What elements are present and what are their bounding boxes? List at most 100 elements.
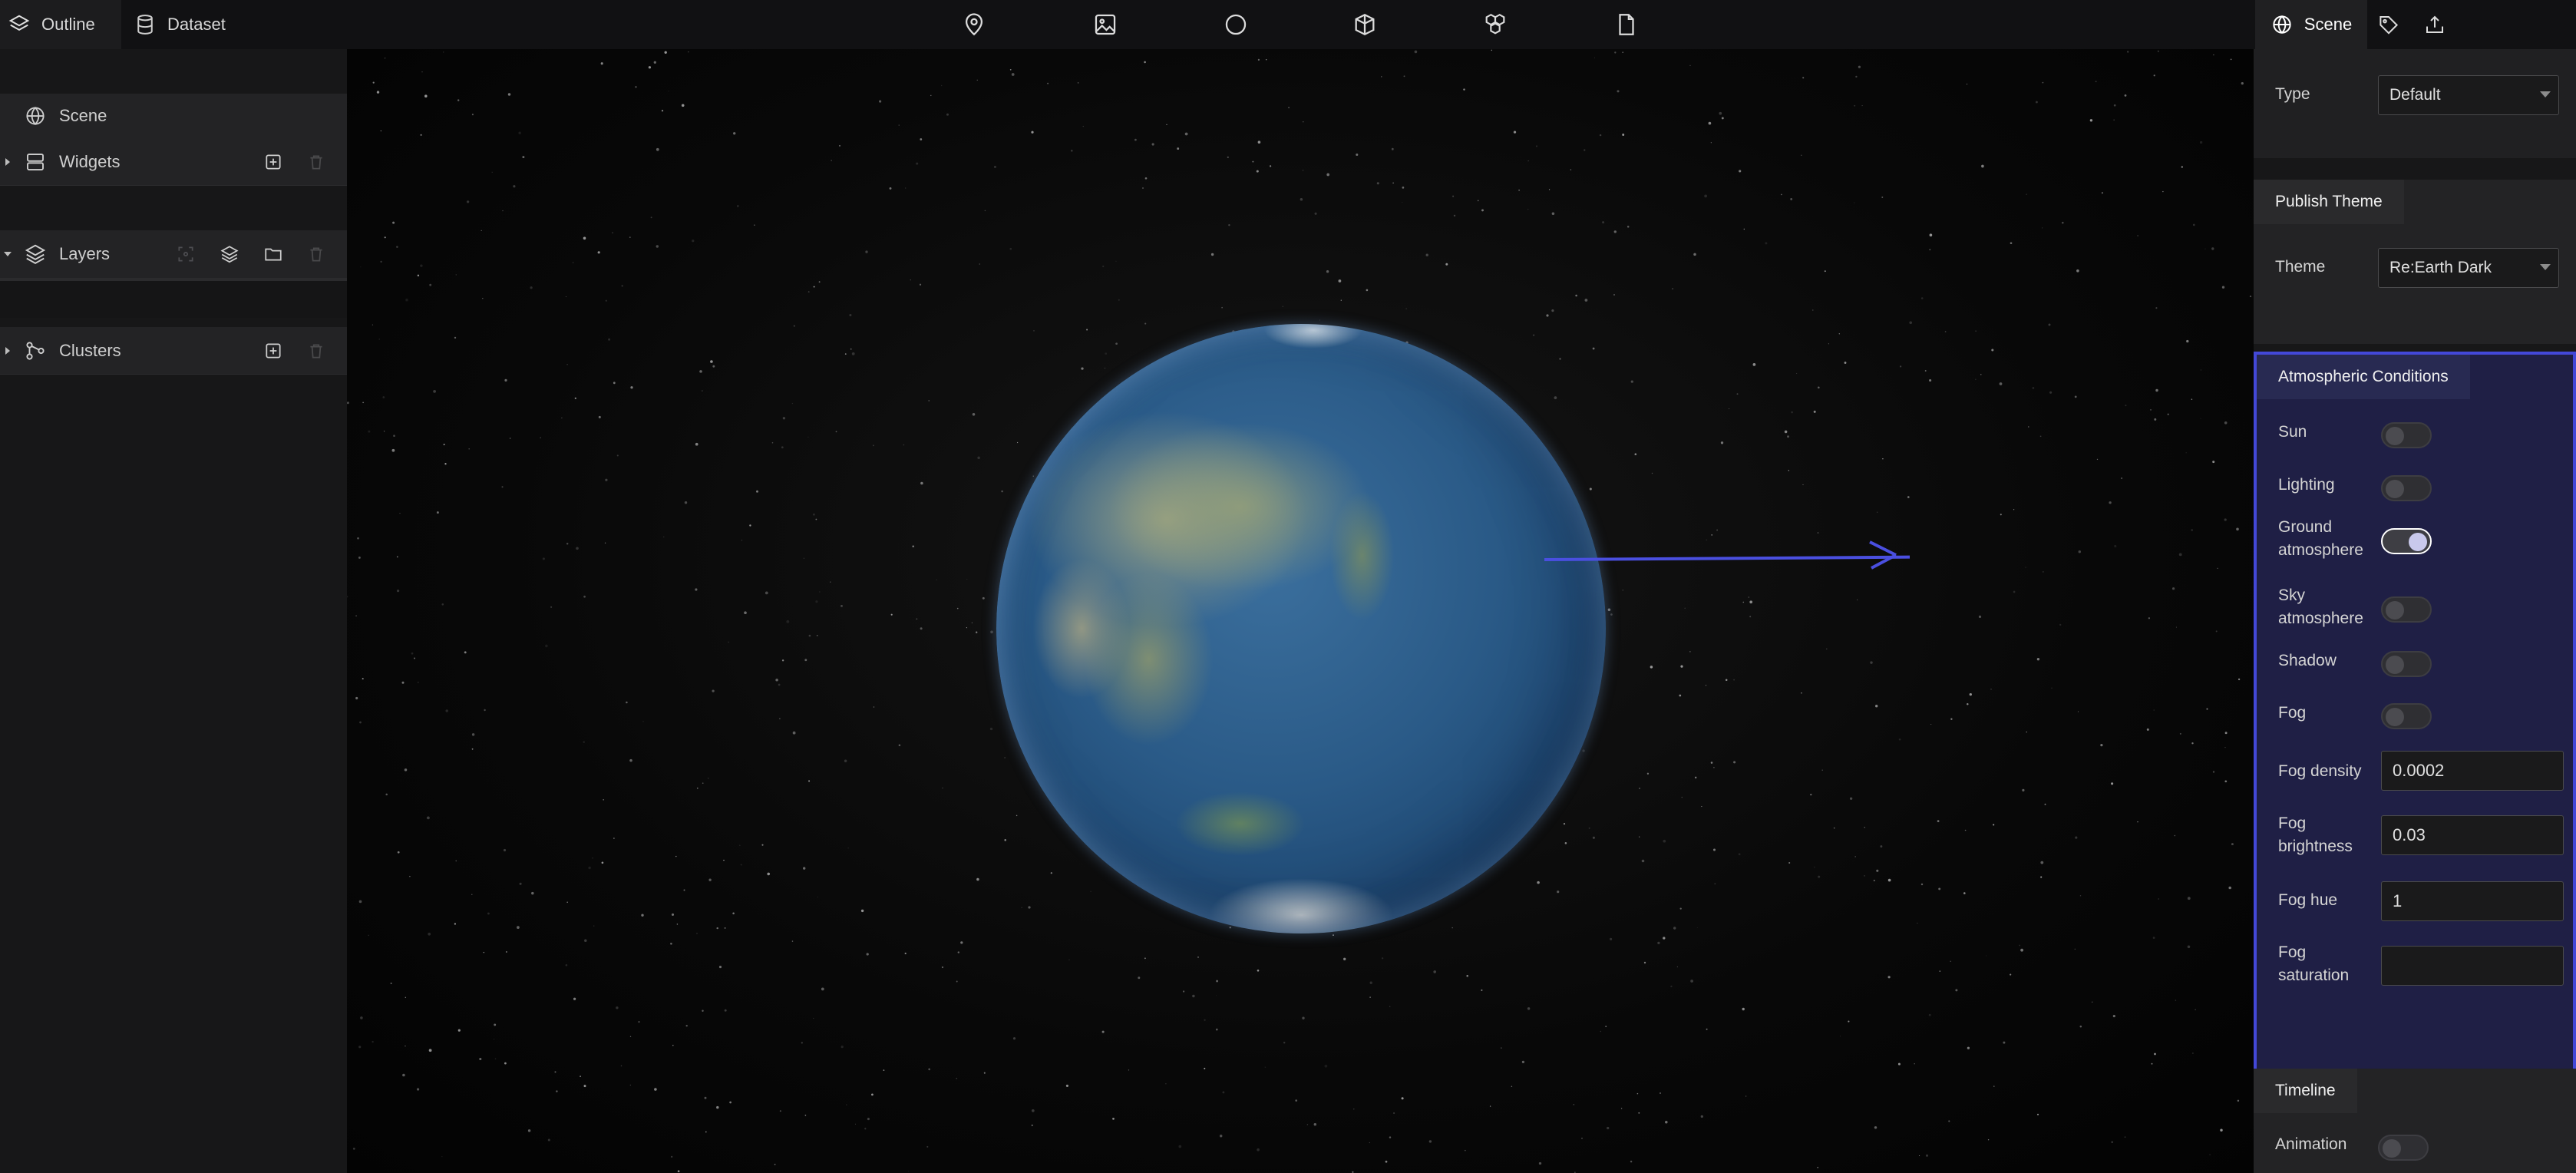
type-label: Type <box>2275 85 2310 103</box>
add-file-button[interactable] <box>1611 9 1642 40</box>
caret-down-icon[interactable] <box>3 249 12 259</box>
fog-density-input[interactable] <box>2381 751 2564 791</box>
add-circle-button[interactable] <box>1220 9 1251 40</box>
outline-item-label: Widgets <box>59 151 121 171</box>
fog-hue-label: Fog hue <box>2278 891 2338 909</box>
fog-toggle[interactable] <box>2381 703 2432 729</box>
tab-tags[interactable] <box>2372 0 2406 49</box>
fog-hue-input[interactable] <box>2381 881 2564 921</box>
tag-icon <box>2379 16 2399 35</box>
sky-atmosphere-label: Sky atmosphere <box>2278 586 2363 627</box>
section-type: Type Default <box>2254 49 2576 158</box>
outline-item-scene[interactable]: Scene <box>0 94 347 138</box>
caret-right-icon[interactable] <box>3 157 12 167</box>
plus-square-icon <box>266 342 281 359</box>
earth-globe[interactable] <box>996 324 1606 933</box>
add-cluster-button[interactable] <box>262 339 285 362</box>
add-3d-model-button[interactable] <box>1349 9 1380 40</box>
delete-cluster-button[interactable] <box>305 339 328 362</box>
annotation-arrow <box>1544 540 1910 570</box>
sun-toggle[interactable] <box>2381 422 2432 448</box>
fog-label: Fog <box>2278 704 2307 722</box>
add-image-button[interactable] <box>1090 9 1121 40</box>
scene-settings-panel: Type Default Publish Theme Theme Re:Eart… <box>2254 49 2576 1173</box>
select-layer-button[interactable] <box>174 243 197 266</box>
caret-right-icon[interactable] <box>3 346 12 355</box>
lighting-label: Lighting <box>2278 476 2335 494</box>
shadow-toggle[interactable] <box>2381 651 2432 677</box>
tab-dataset[interactable]: Dataset <box>134 0 226 49</box>
file-icon <box>1619 14 1634 35</box>
publish-icon <box>2426 15 2443 33</box>
cube-icon <box>1355 13 1375 36</box>
section-header: Timeline <box>2254 1069 2357 1113</box>
chevron-down-icon <box>2540 264 2551 270</box>
type-select[interactable]: Default <box>2378 75 2559 115</box>
animation-label: Animation <box>2275 1135 2347 1153</box>
layers-icon <box>8 15 30 31</box>
sun-label: Sun <box>2278 423 2307 441</box>
delete-widget-button[interactable] <box>305 150 328 173</box>
top-bar: Outline Dataset Scene <box>0 0 2576 49</box>
outline-item-label: Scene <box>59 106 107 125</box>
theme-select-value: Re:Earth Dark <box>2389 259 2492 276</box>
theme-select[interactable]: Re:Earth Dark <box>2378 248 2559 288</box>
outline-item-label: Clusters <box>59 340 121 360</box>
animation-toggle[interactable] <box>2378 1135 2429 1161</box>
section-timeline: Timeline Animation <box>2254 1069 2576 1173</box>
image-icon <box>1095 14 1116 35</box>
fog-brightness-input[interactable] <box>2381 815 2564 855</box>
tab-outline[interactable]: Outline <box>0 0 121 49</box>
globe-icon <box>23 104 48 128</box>
tab-publish[interactable] <box>2418 0 2452 49</box>
ground-atmosphere-label: Ground atmosphere <box>2278 518 2363 559</box>
circle-icon <box>1225 14 1247 35</box>
trash-icon <box>310 247 322 262</box>
delete-layer-button[interactable] <box>305 243 328 266</box>
outline-item-label: Layers <box>59 244 111 263</box>
database-icon <box>137 15 153 35</box>
add-layer-group-button[interactable] <box>218 243 241 266</box>
outline-item-layers[interactable]: Layers <box>0 230 347 278</box>
lighting-toggle[interactable] <box>2381 475 2432 501</box>
globe-icon <box>2273 15 2291 35</box>
add-marker-button[interactable] <box>959 9 989 40</box>
section-publish-theme: Publish Theme Theme Re:Earth Dark <box>2254 180 2576 344</box>
fog-density-label: Fog density <box>2278 762 2362 780</box>
focus-icon <box>178 246 193 262</box>
outline-panel: Scene Widgets Layers Clusters <box>0 49 347 1173</box>
section-header: Publish Theme <box>2254 180 2404 224</box>
cluster-icon <box>1485 14 1505 35</box>
outline-item-widgets[interactable]: Widgets <box>0 138 347 186</box>
tab-scene-label: Scene <box>2304 15 2353 34</box>
type-select-value: Default <box>2389 86 2441 104</box>
layers-plus-icon <box>220 246 239 263</box>
theme-label: Theme <box>2275 258 2326 276</box>
add-folder-button[interactable] <box>262 243 285 266</box>
section-header: Atmospheric Conditions <box>2257 355 2470 399</box>
section-atmospheric-conditions: Atmospheric Conditions Sun Lighting Grou… <box>2254 352 2576 1096</box>
tab-scene[interactable]: Scene <box>2255 0 2367 49</box>
layers-list <box>0 278 347 318</box>
fog-saturation-input[interactable] <box>2381 946 2564 986</box>
trash-icon <box>310 344 322 359</box>
fog-saturation-label: Fog saturation <box>2278 943 2350 984</box>
chevron-down-icon <box>2540 91 2551 97</box>
widgets-icon <box>23 150 48 174</box>
add-3d-tiles-button[interactable] <box>1480 9 1511 40</box>
outline-item-clusters[interactable]: Clusters <box>0 327 347 375</box>
fog-brightness-label: Fog brightness <box>2278 814 2353 855</box>
layers-icon <box>23 242 48 266</box>
shadow-label: Shadow <box>2278 652 2337 669</box>
add-widget-button[interactable] <box>262 150 285 173</box>
trash-icon <box>310 155 322 170</box>
folder-icon <box>265 248 282 261</box>
tab-outline-label: Outline <box>41 15 95 34</box>
map-viewport[interactable] <box>347 49 2254 1173</box>
pin-icon <box>965 13 983 36</box>
ground-atmosphere-toggle[interactable] <box>2381 528 2432 554</box>
cluster-icon <box>23 339 48 363</box>
tab-dataset-label: Dataset <box>167 15 226 34</box>
plus-square-icon <box>266 154 281 170</box>
sky-atmosphere-toggle[interactable] <box>2381 596 2432 623</box>
